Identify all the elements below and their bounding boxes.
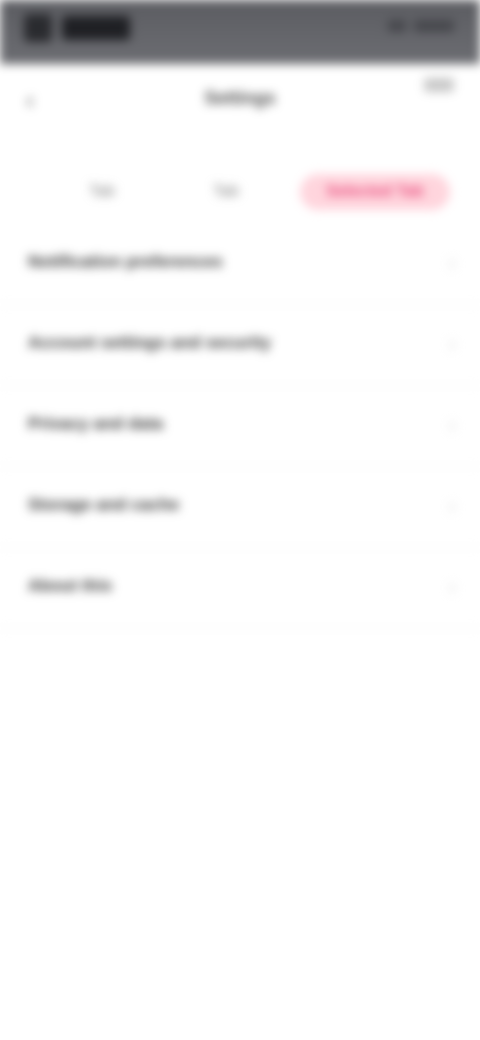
item-title: About this: [28, 576, 113, 595]
list-item[interactable]: Privacy and data ›: [0, 386, 480, 467]
item-label: Storage and cache: [28, 495, 189, 515]
page-title: Settings: [204, 88, 276, 108]
item-title: Notification preferences: [28, 252, 223, 271]
chevron-right-icon: ›: [448, 574, 456, 599]
item-label: About this: [28, 576, 122, 596]
list-item[interactable]: About this ›: [0, 548, 480, 629]
status-brand: NOIZ: [62, 16, 130, 40]
list-item[interactable]: Storage and cache ›: [0, 467, 480, 548]
signal-icon: [388, 20, 406, 32]
item-title: Privacy and data: [28, 414, 164, 433]
tab-partial[interactable]: [0, 174, 20, 210]
list-item[interactable]: Account settings and security ›: [0, 305, 480, 386]
menu-icon[interactable]: [424, 78, 454, 92]
chevron-right-icon: ›: [448, 250, 456, 275]
item-title: Storage and cache: [28, 495, 180, 514]
tab-selected[interactable]: Selected Tab: [300, 174, 450, 210]
tab-2[interactable]: Tab: [176, 174, 276, 210]
item-label: Account settings and security: [28, 333, 281, 353]
status-bar: NOIZ: [0, 0, 480, 64]
status-right: [380, 20, 454, 32]
tab-bar: Tab Tab Selected Tab: [0, 160, 480, 224]
list-item[interactable]: Notification preferences ›: [0, 224, 480, 305]
chevron-right-icon: ›: [448, 493, 456, 518]
app-screen: NOIZ ‹ Settings Tab Tab Selected Tab Not…: [0, 0, 480, 1040]
blurred-content: NOIZ ‹ Settings Tab Tab Selected Tab Not…: [0, 0, 480, 1040]
chevron-right-icon: ›: [448, 331, 456, 356]
settings-list: Notification preferences › Account setti…: [0, 224, 480, 629]
item-label: Notification preferences: [28, 252, 233, 272]
header: ‹ Settings: [0, 64, 480, 144]
status-left: NOIZ: [24, 12, 130, 44]
chevron-right-icon: ›: [448, 412, 456, 437]
app-icon: [24, 14, 52, 42]
item-title: Account settings and security: [28, 333, 271, 352]
item-label: Privacy and data: [28, 414, 173, 434]
battery-icon: [414, 20, 454, 32]
tab-1[interactable]: Tab: [52, 174, 152, 210]
